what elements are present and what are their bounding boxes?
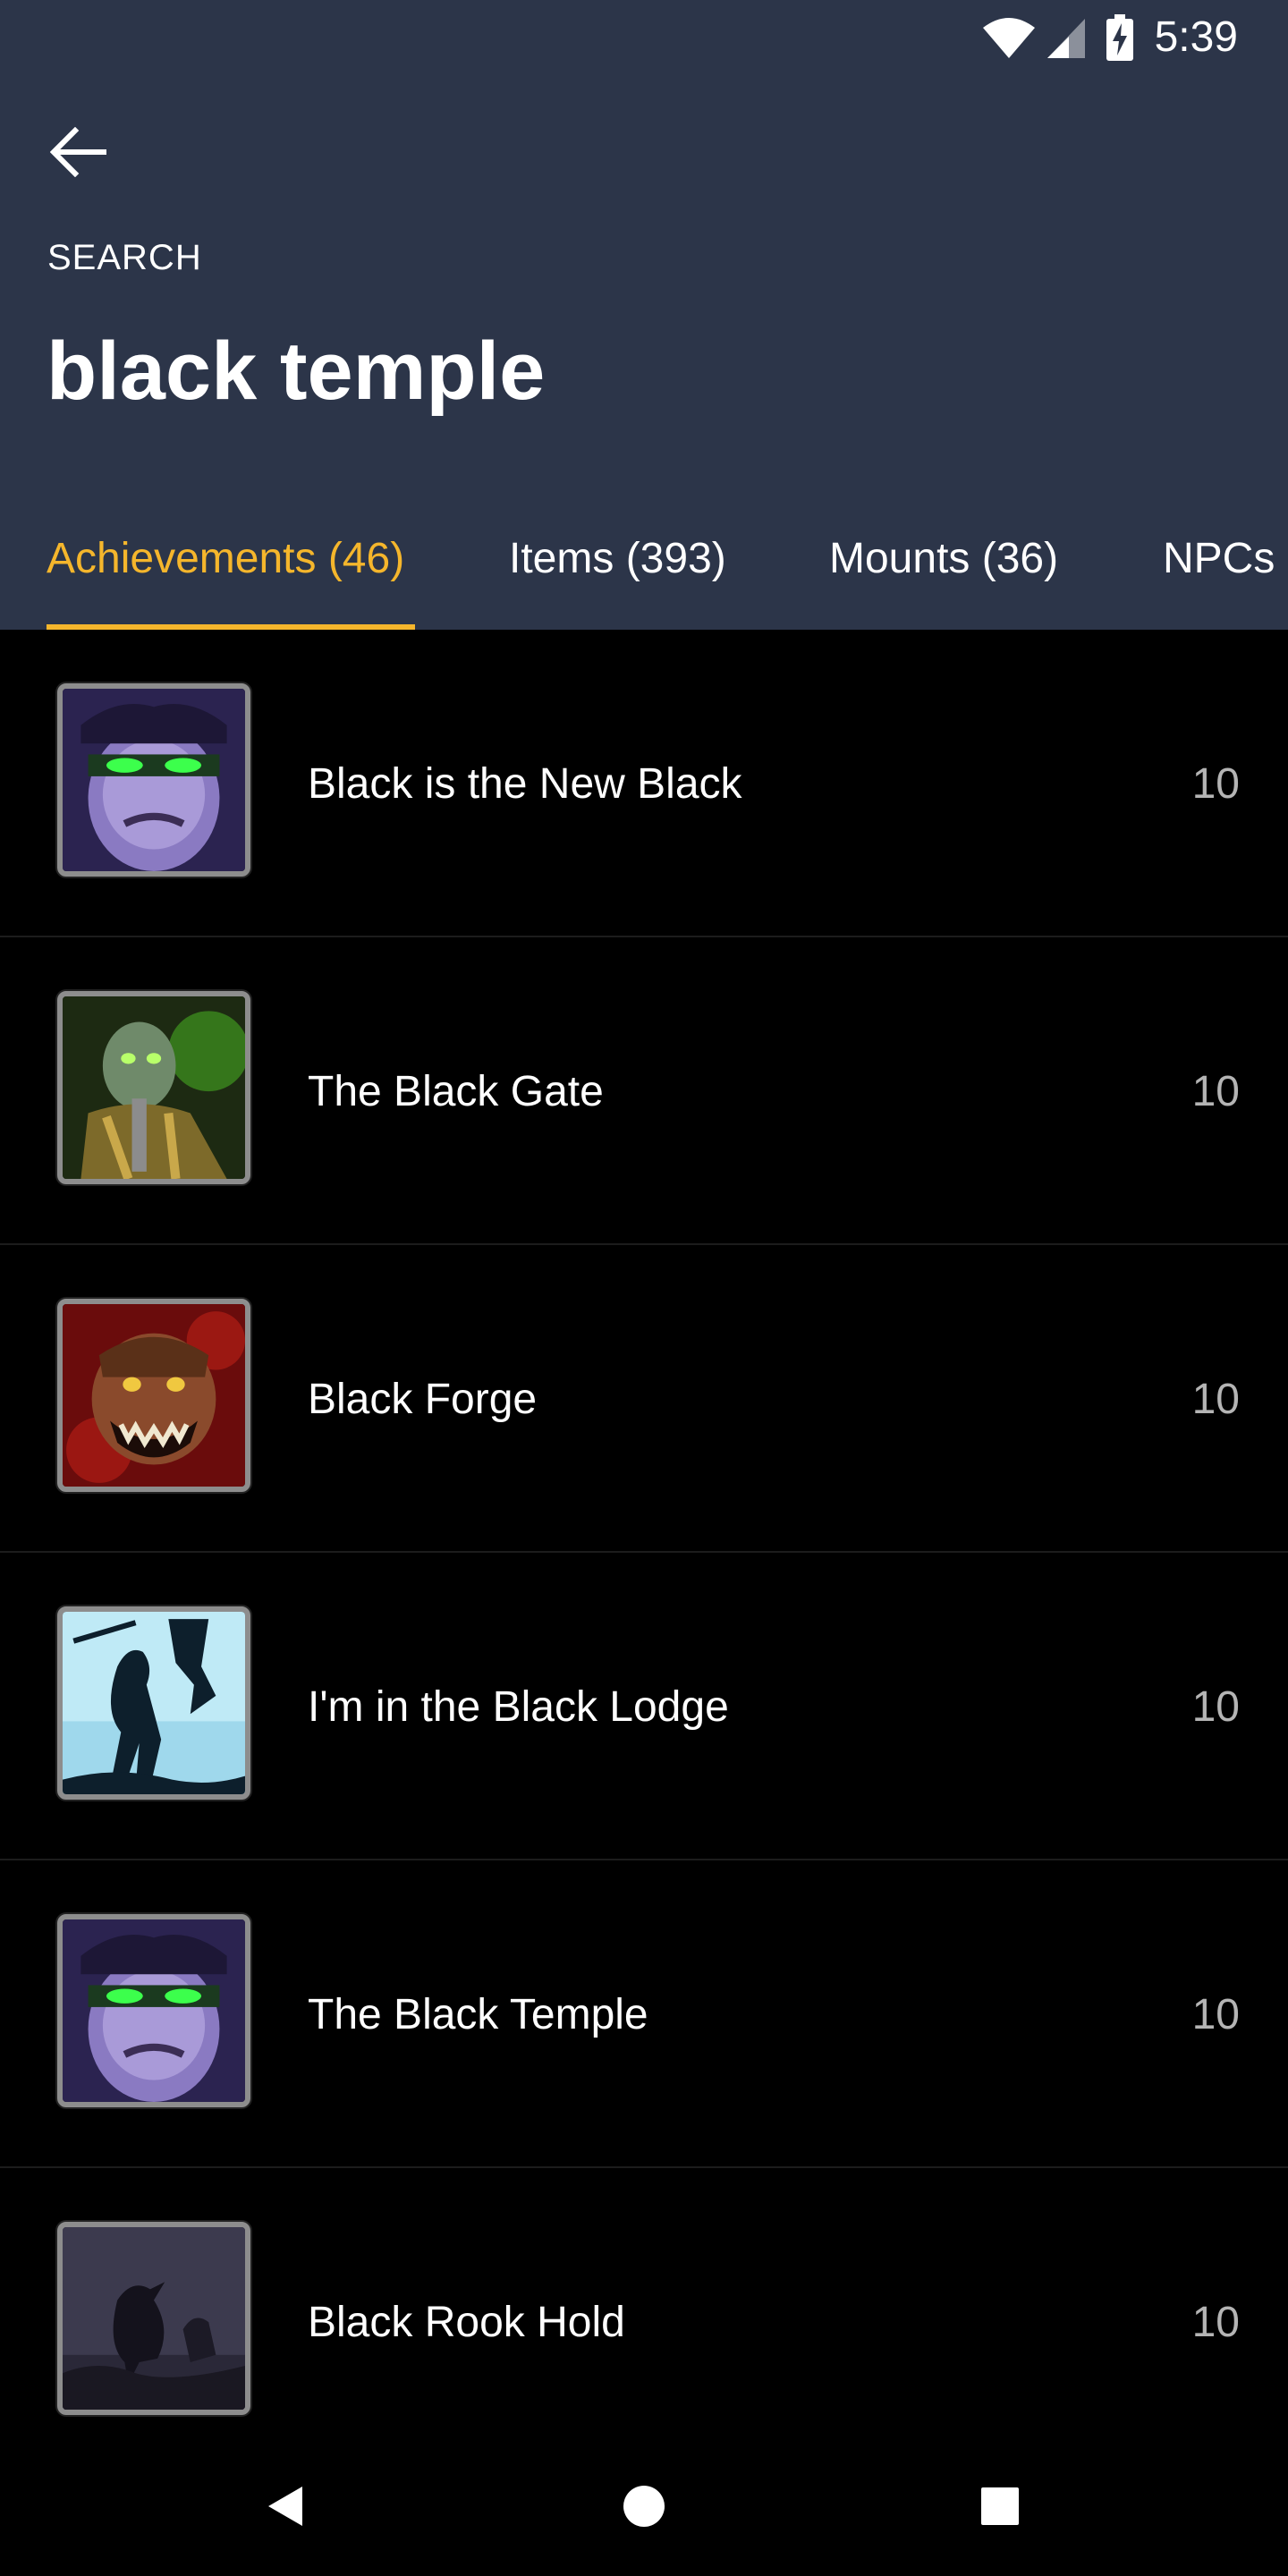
nav-recents-button[interactable] bbox=[961, 2469, 1039, 2547]
nav-back-icon bbox=[267, 2485, 306, 2532]
orc-warlock-icon bbox=[57, 991, 250, 1184]
cellular-signal-icon bbox=[1046, 15, 1087, 60]
list-item[interactable]: The Black Gate 10 bbox=[0, 937, 1288, 1245]
tab-npcs[interactable]: NPCs ( bbox=[1163, 501, 1288, 630]
page-title: black temple bbox=[47, 326, 546, 417]
item-name: Black is the New Black bbox=[308, 759, 742, 808]
item-points: 10 bbox=[1191, 1682, 1240, 1731]
item-points: 10 bbox=[1191, 1990, 1240, 2038]
item-points: 10 bbox=[1191, 1375, 1240, 1423]
results-list: Black is the New Black 10 The Black Gate… bbox=[0, 630, 1288, 2476]
nav-home-button[interactable] bbox=[605, 2469, 683, 2547]
status-time: 5:39 bbox=[1154, 13, 1238, 61]
tab-items[interactable]: Items (393) bbox=[509, 501, 726, 630]
item-name: I'm in the Black Lodge bbox=[308, 1682, 729, 1731]
tab-achievements[interactable]: Achievements (46) bbox=[47, 501, 404, 630]
status-bar: 5:39 bbox=[0, 0, 1288, 79]
ogre-face-icon bbox=[57, 1299, 250, 1492]
item-points: 10 bbox=[1191, 1067, 1240, 1115]
raven-icon bbox=[57, 2222, 250, 2415]
item-name: The Black Temple bbox=[308, 1990, 648, 2038]
list-item[interactable]: Black Forge 10 bbox=[0, 1245, 1288, 1553]
list-item[interactable]: The Black Temple 10 bbox=[0, 1860, 1288, 2168]
status-icons: 5:39 bbox=[981, 13, 1238, 63]
item-points: 10 bbox=[1191, 2298, 1240, 2346]
wifi-icon bbox=[981, 15, 1037, 60]
item-points: 10 bbox=[1191, 759, 1240, 808]
search-overline: SEARCH bbox=[47, 238, 202, 277]
list-item[interactable]: Black Rook Hold 10 bbox=[0, 2168, 1288, 2476]
tab-mounts[interactable]: Mounts (36) bbox=[829, 501, 1058, 630]
category-tabs: Achievements (46) Items (393) Mounts (36… bbox=[0, 501, 1288, 630]
item-name: Black Rook Hold bbox=[308, 2298, 625, 2346]
arrow-left-icon bbox=[49, 126, 107, 182]
nav-back-button[interactable] bbox=[247, 2469, 326, 2547]
system-nav-bar bbox=[0, 2440, 1288, 2576]
nav-recents-icon bbox=[980, 2487, 1020, 2530]
list-item[interactable]: Black is the New Black 10 bbox=[0, 630, 1288, 937]
demon-hunter-face-icon bbox=[57, 683, 250, 877]
app-header: 5:39 SEARCH black temple Achievements (4… bbox=[0, 0, 1288, 630]
back-button[interactable] bbox=[39, 114, 118, 193]
nav-home-icon bbox=[623, 2485, 665, 2532]
demon-hunter-face-icon bbox=[57, 1914, 250, 2107]
list-item[interactable]: I'm in the Black Lodge 10 bbox=[0, 1553, 1288, 1860]
battery-charging-icon bbox=[1106, 14, 1133, 61]
silhouette-banner-icon bbox=[57, 1606, 250, 1800]
item-name: The Black Gate bbox=[308, 1067, 604, 1115]
item-name: Black Forge bbox=[308, 1375, 538, 1423]
